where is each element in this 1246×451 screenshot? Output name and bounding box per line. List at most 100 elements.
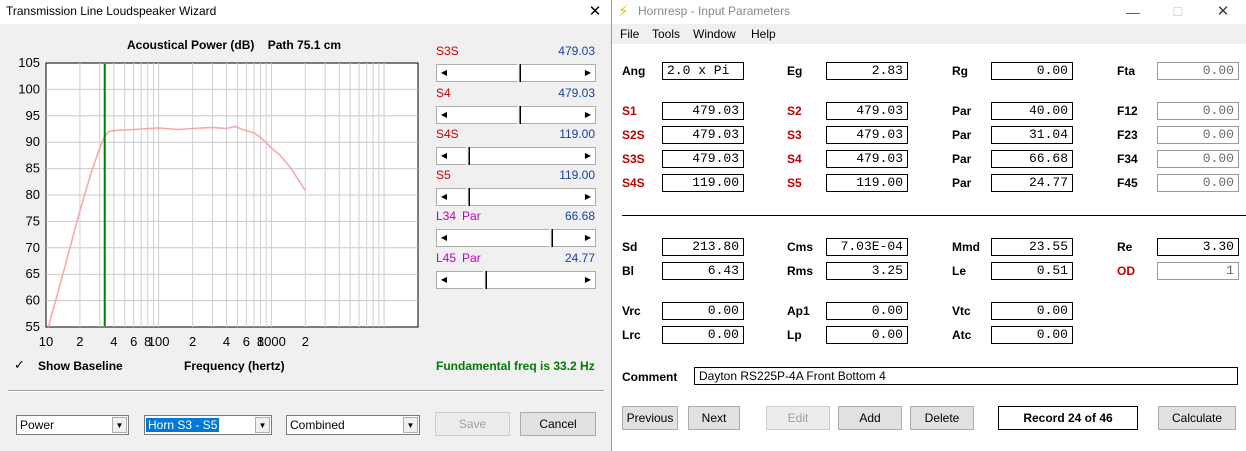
menu-window[interactable]: Window [693, 27, 736, 41]
parameter-slider[interactable]: ◀ ▶ [436, 106, 596, 124]
arrow-left-icon[interactable]: ◀ [437, 107, 451, 123]
parameter-slider[interactable]: ◀ ▶ [436, 64, 596, 82]
arrow-right-icon[interactable]: ▶ [581, 189, 595, 205]
next-button[interactable]: Next [688, 406, 740, 430]
param-label: Eg [787, 64, 803, 78]
arrow-left-icon[interactable]: ◀ [437, 272, 451, 288]
arrow-right-icon[interactable]: ▶ [581, 148, 595, 164]
show-baseline-label[interactable]: Show Baseline [38, 359, 123, 373]
param-field[interactable]: 7.03E-04 [826, 238, 908, 256]
param-field[interactable]: 6.43 [662, 262, 744, 280]
maximize-icon[interactable]: ☐ [1161, 0, 1195, 24]
param-field[interactable]: 0.00 [662, 326, 744, 344]
param-field[interactable]: 0.00 [1157, 126, 1239, 144]
y-tick-label: 85 [26, 161, 40, 176]
calculate-button[interactable]: Calculate [1158, 406, 1236, 430]
param-label: F12 [1117, 104, 1138, 118]
param-field[interactable]: 24.77 [991, 174, 1073, 192]
close-icon[interactable]: ✕ [1206, 0, 1240, 24]
param-field[interactable]: 0.00 [1157, 62, 1239, 80]
slider-label: S5 [436, 168, 451, 182]
param-field[interactable]: 3.30 [1157, 238, 1239, 256]
save-button[interactable]: Save [435, 412, 510, 436]
slider-thumb[interactable] [517, 64, 520, 82]
param-field[interactable]: 0.51 [991, 262, 1073, 280]
arrow-right-icon[interactable]: ▶ [581, 65, 595, 81]
power-chart: 55606570758085909510010510 2 4 6 8100 2 4 6 8100… [18, 55, 419, 349]
comment-field[interactable]: Dayton RS225P-4A Front Bottom 4 [694, 367, 1238, 385]
param-field[interactable]: 479.03 [662, 126, 744, 144]
param-field[interactable]: 2.0 x Pi [662, 62, 744, 80]
previous-button[interactable]: Previous [622, 406, 678, 430]
param-field[interactable]: 40.00 [991, 102, 1073, 120]
mode-combo-value: Power [20, 418, 55, 432]
param-field[interactable]: 2.83 [826, 62, 908, 80]
hornresp-title: Hornresp - Input Parameters [638, 4, 791, 18]
parameter-slider[interactable]: ◀ ▶ [436, 229, 596, 247]
add-button[interactable]: Add [838, 406, 902, 430]
param-label: S4S [622, 176, 645, 190]
param-field[interactable]: 479.03 [826, 150, 908, 168]
param-label: S4 [787, 152, 802, 166]
section-combo[interactable]: Horn S3 - S5 ▼ [144, 415, 272, 435]
lightning-icon: ⚡ [618, 3, 629, 20]
param-field[interactable]: 23.55 [991, 238, 1073, 256]
arrow-right-icon[interactable]: ▶ [581, 107, 595, 123]
arrow-right-icon[interactable]: ▶ [581, 272, 595, 288]
parameter-slider[interactable]: ◀ ▶ [436, 271, 596, 289]
param-field[interactable]: 0.00 [826, 302, 908, 320]
slider-label-suffix: Par [462, 251, 481, 265]
x-axis-title: Frequency (hertz) [184, 359, 285, 373]
slider-thumb[interactable] [517, 106, 520, 124]
arrow-left-icon[interactable]: ◀ [437, 230, 451, 246]
parameter-slider[interactable]: ◀ ▶ [436, 147, 596, 165]
wizard-close-icon[interactable]: ✕ [578, 0, 612, 24]
param-label: Atc [952, 328, 972, 342]
hornresp-titlebar: ⚡ Hornresp - Input Parameters — ☐ ✕ [612, 0, 1246, 24]
slider-thumb[interactable] [549, 229, 552, 247]
param-field[interactable]: 0.00 [991, 302, 1073, 320]
param-field[interactable]: 1 [1157, 262, 1239, 280]
param-field[interactable]: 479.03 [662, 150, 744, 168]
param-field[interactable]: 0.00 [1157, 102, 1239, 120]
param-field[interactable]: 479.03 [826, 102, 908, 120]
minimize-icon[interactable]: — [1116, 0, 1150, 24]
param-field[interactable]: 0.00 [991, 326, 1073, 344]
parameter-slider[interactable]: ◀ ▶ [436, 188, 596, 206]
param-field[interactable]: 31.04 [991, 126, 1073, 144]
mode-combo[interactable]: Power ▼ [16, 415, 129, 435]
arrow-right-icon[interactable]: ▶ [581, 230, 595, 246]
param-field[interactable]: 0.00 [991, 62, 1073, 80]
show-baseline-checkbox[interactable]: ✓ [14, 358, 26, 371]
param-field[interactable]: 479.03 [826, 126, 908, 144]
menu-tools[interactable]: Tools [652, 27, 680, 41]
x-tick-label: 6 [243, 334, 250, 349]
param-field[interactable]: 0.00 [662, 302, 744, 320]
param-field[interactable]: 0.00 [1157, 150, 1239, 168]
delete-button[interactable]: Delete [910, 406, 974, 430]
param-field[interactable]: 3.25 [826, 262, 908, 280]
param-field[interactable]: 119.00 [662, 174, 744, 192]
param-field[interactable]: 119.00 [826, 174, 908, 192]
menu-help[interactable]: Help [751, 27, 776, 41]
arrow-left-icon[interactable]: ◀ [437, 189, 451, 205]
param-field[interactable]: 213.80 [662, 238, 744, 256]
arrow-left-icon[interactable]: ◀ [437, 65, 451, 81]
slider-thumb[interactable] [466, 188, 469, 206]
cancel-button[interactable]: Cancel [520, 412, 596, 436]
y-tick-label: 95 [26, 108, 40, 123]
chevron-down-icon[interactable]: ▼ [112, 417, 127, 433]
slider-thumb[interactable] [483, 271, 486, 289]
edit-button[interactable]: Edit [766, 406, 830, 430]
param-field[interactable]: 0.00 [826, 326, 908, 344]
menu-file[interactable]: File [620, 27, 639, 41]
chevron-down-icon[interactable]: ▼ [255, 417, 270, 433]
arrow-left-icon[interactable]: ◀ [437, 148, 451, 164]
param-field[interactable]: 0.00 [1157, 174, 1239, 192]
param-field[interactable]: 66.68 [991, 150, 1073, 168]
param-field[interactable]: 479.03 [662, 102, 744, 120]
param-label: Bl [622, 264, 634, 278]
response-combo[interactable]: Combined ▼ [286, 415, 420, 435]
slider-thumb[interactable] [466, 147, 469, 165]
chevron-down-icon[interactable]: ▼ [403, 417, 418, 433]
